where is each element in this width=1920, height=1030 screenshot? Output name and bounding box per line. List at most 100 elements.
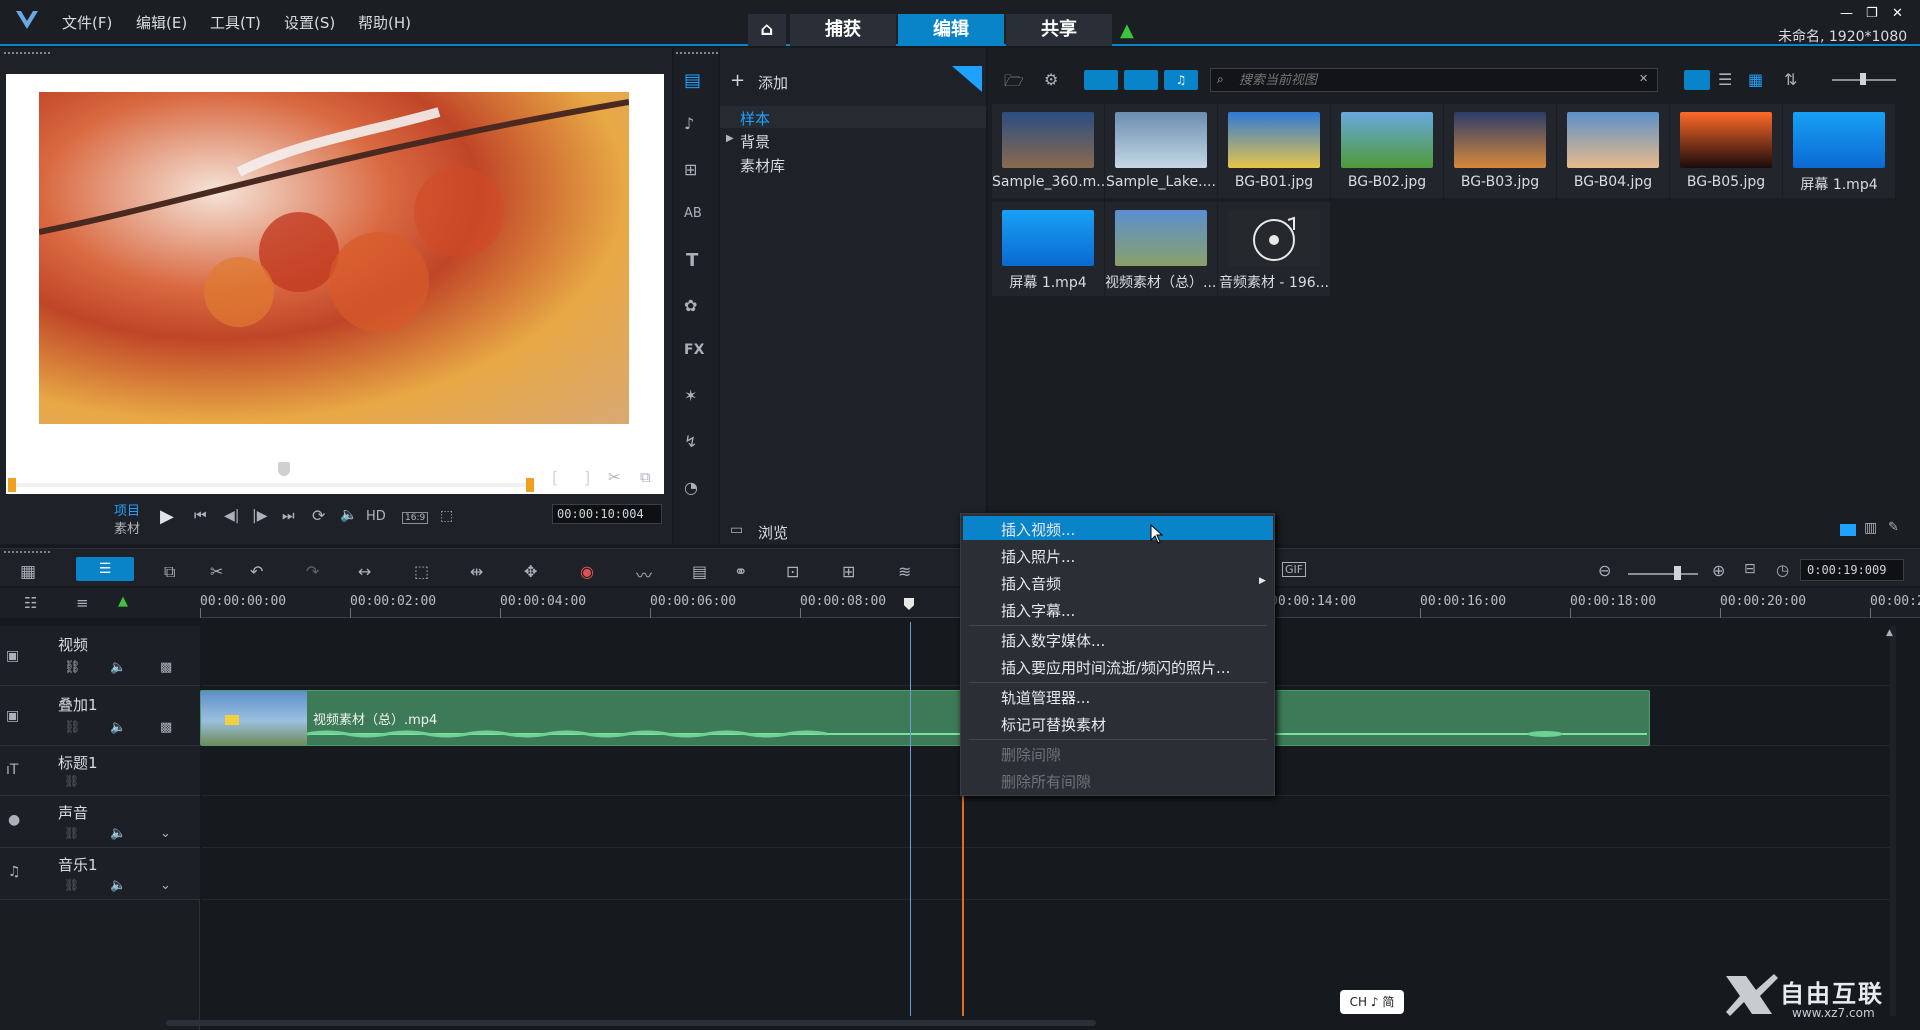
split-clip-icon[interactable]: ⇹ <box>470 562 483 581</box>
link-icon[interactable]: ⛓ <box>64 720 81 735</box>
search-clear-icon[interactable]: ✕ <box>1639 72 1648 85</box>
vertical-scrollbar[interactable] <box>1890 626 1896 1016</box>
trim-start-handle[interactable] <box>8 478 16 492</box>
home-tab[interactable]: ⌂ <box>748 14 786 46</box>
fit-project-icon[interactable]: ↔ <box>358 562 371 581</box>
view-grid-icon[interactable]: ▦ <box>1748 70 1763 89</box>
track-header-music[interactable]: ♫ 音乐1 ⛓ 🔈 ⌄ <box>0 848 200 900</box>
transition-icon[interactable]: ⊞ <box>684 160 697 179</box>
import-folder-icon[interactable]: 🗁 <box>1004 70 1024 97</box>
menu-edit[interactable]: 编辑(E) <box>136 12 187 33</box>
playhead-line[interactable] <box>910 622 911 1016</box>
mute-icon[interactable]: 🔈 <box>110 878 126 893</box>
project-mode-label[interactable]: 项目 <box>114 500 140 519</box>
filter-video-button[interactable] <box>1084 70 1118 90</box>
audio-wave-icon[interactable]: 〰 <box>636 562 652 586</box>
split-view-icon[interactable]: ▥ <box>1864 520 1877 536</box>
aspect-ratio-select[interactable]: 16:9 <box>402 512 429 524</box>
media-thumbnail[interactable]: 屏幕 1.mp4 <box>1783 104 1895 198</box>
mute-icon[interactable]: 🔈 <box>110 720 126 735</box>
scrubber-thumb[interactable] <box>278 462 290 476</box>
upload-arrow-icon[interactable]: ▲ <box>1120 20 1134 41</box>
menu-item-delete-gap[interactable]: 删除间隙 <box>1001 744 1061 765</box>
view-list-icon[interactable]: ☰ <box>1718 70 1732 89</box>
menu-item-insert-subtitle[interactable]: 插入字幕... <box>1001 600 1075 621</box>
scrubber-bar[interactable] <box>12 483 534 487</box>
tree-item-background[interactable]: 背景 <box>740 131 770 152</box>
speed-gauge-icon[interactable]: ◔ <box>684 478 698 497</box>
minimize-button[interactable]: — <box>1840 6 1853 21</box>
timeline-timecode[interactable]: 0:00:19:009 <box>1800 559 1904 581</box>
link-icon[interactable]: ⛓ <box>64 826 79 840</box>
grid-icon[interactable]: ▩ <box>160 660 172 675</box>
motion-track-icon[interactable]: ✥ <box>524 562 537 581</box>
track-list-icon[interactable]: ☷ <box>24 594 37 612</box>
menu-item-delete-all-gaps[interactable]: 删除所有间隙 <box>1001 771 1091 792</box>
media-thumbnail[interactable]: 视频素材（总）.... <box>1105 202 1217 296</box>
step-forward-icon[interactable]: |▶ <box>252 508 267 524</box>
caption-icon[interactable]: ⊡ <box>786 562 799 581</box>
scissors-icon[interactable]: ✂ <box>608 468 621 486</box>
menu-item-insert-video[interactable]: 插入视频... <box>1001 519 1075 540</box>
skip-start-icon[interactable]: ⏮ <box>194 508 207 524</box>
zoom-slider-thumb[interactable] <box>1674 566 1681 580</box>
panel-grip[interactable] <box>4 551 50 555</box>
media-thumbnail[interactable]: Sample_360.m... <box>992 104 1104 198</box>
link-icon[interactable]: ⛓ <box>64 774 79 788</box>
browse-icon[interactable]: ▭ <box>730 522 743 538</box>
menu-item-track-manager[interactable]: 轨道管理器... <box>1001 687 1090 708</box>
track-header-title[interactable]: ıT 标题1 ⛓ <box>0 746 200 796</box>
link-icon[interactable]: ⛓ <box>64 660 81 675</box>
menu-file[interactable]: 文件(F) <box>62 12 112 33</box>
media-thumbnail[interactable]: 音频素材 - 196... <box>1218 202 1330 296</box>
track-header-video[interactable]: ▣ 视频 ⛓ 🔈 ▩ <box>0 626 200 686</box>
crop-icon[interactable]: ⬚ <box>414 562 429 581</box>
zoom-out-icon[interactable]: ⊖ <box>1598 561 1611 580</box>
track-lane-music[interactable] <box>202 848 1896 900</box>
menu-item-insert-audio[interactable]: 插入音频 <box>1001 573 1061 594</box>
storyboard-view-icon[interactable]: ▦ <box>20 562 36 582</box>
panel-grip[interactable] <box>4 52 50 56</box>
overlay-clip[interactable]: 视频素材（总）.mp4 <box>200 690 1650 746</box>
view-thumb-button[interactable] <box>1684 70 1710 90</box>
track-manager-icon[interactable]: ⧉ <box>164 562 175 582</box>
title-ab-icon[interactable]: AB <box>684 206 702 221</box>
zoom-in-icon[interactable]: ⊕ <box>1712 561 1725 580</box>
speed-icon[interactable]: ≋ <box>898 562 911 581</box>
fx-icon[interactable]: FX <box>684 342 704 358</box>
mask-icon[interactable]: ⚭ <box>734 562 747 581</box>
scroll-up-icon[interactable]: ▲ <box>1886 628 1893 638</box>
timeline-view-button[interactable]: ☰ <box>76 557 134 581</box>
thumb-size-slider-thumb[interactable] <box>1860 73 1866 85</box>
search-input[interactable] <box>1239 71 1629 89</box>
path-icon[interactable]: ↯ <box>684 432 697 451</box>
menu-settings[interactable]: 设置(S) <box>284 12 335 33</box>
display-mode-icon[interactable]: ⬚ <box>440 508 453 524</box>
mute-icon[interactable]: 🔈 <box>110 826 126 841</box>
track-lane-voice[interactable] <box>202 796 1896 848</box>
tab-share[interactable]: 共享 <box>1006 14 1112 46</box>
sort-icon[interactable]: ⇅ <box>1784 70 1797 89</box>
text-icon[interactable]: T <box>686 250 698 271</box>
tree-item-sample[interactable]: 样本 <box>720 106 986 128</box>
link-icon[interactable]: ⛓ <box>64 878 79 892</box>
pin-icon[interactable] <box>952 66 982 92</box>
graphics-icon[interactable]: ✿ <box>684 296 697 315</box>
menu-item-insert-timelapse-photo[interactable]: 插入要应用时间流逝/频闪的照片... <box>1001 657 1230 678</box>
media-thumbnail[interactable]: BG-B05.jpg <box>1670 104 1782 198</box>
mark-out-button[interactable]: ] <box>584 468 590 487</box>
multicam-icon[interactable]: ⊞ <box>842 562 855 581</box>
chevron-down-icon[interactable]: ⌄ <box>160 826 171 841</box>
tree-expand-icon[interactable]: ▶ <box>726 133 734 144</box>
close-button[interactable]: ✕ <box>1892 6 1903 21</box>
mark-in-button[interactable]: [ <box>552 468 558 487</box>
grid-icon[interactable]: ▩ <box>160 720 172 735</box>
ime-indicator[interactable]: CH ♪ 简 <box>1340 990 1404 1014</box>
media-thumbnail[interactable]: 屏幕 1.mp4 <box>992 202 1104 296</box>
skip-end-icon[interactable]: ⏭ <box>282 508 295 524</box>
tab-capture[interactable]: 捕获 <box>790 14 896 46</box>
add-plus-icon[interactable]: + <box>730 70 745 91</box>
undo-icon[interactable]: ↶ <box>250 562 263 581</box>
media-thumbnail[interactable]: Sample_Lake.... <box>1105 104 1217 198</box>
fit-timeline-icon[interactable]: ⊟ <box>1744 561 1756 577</box>
